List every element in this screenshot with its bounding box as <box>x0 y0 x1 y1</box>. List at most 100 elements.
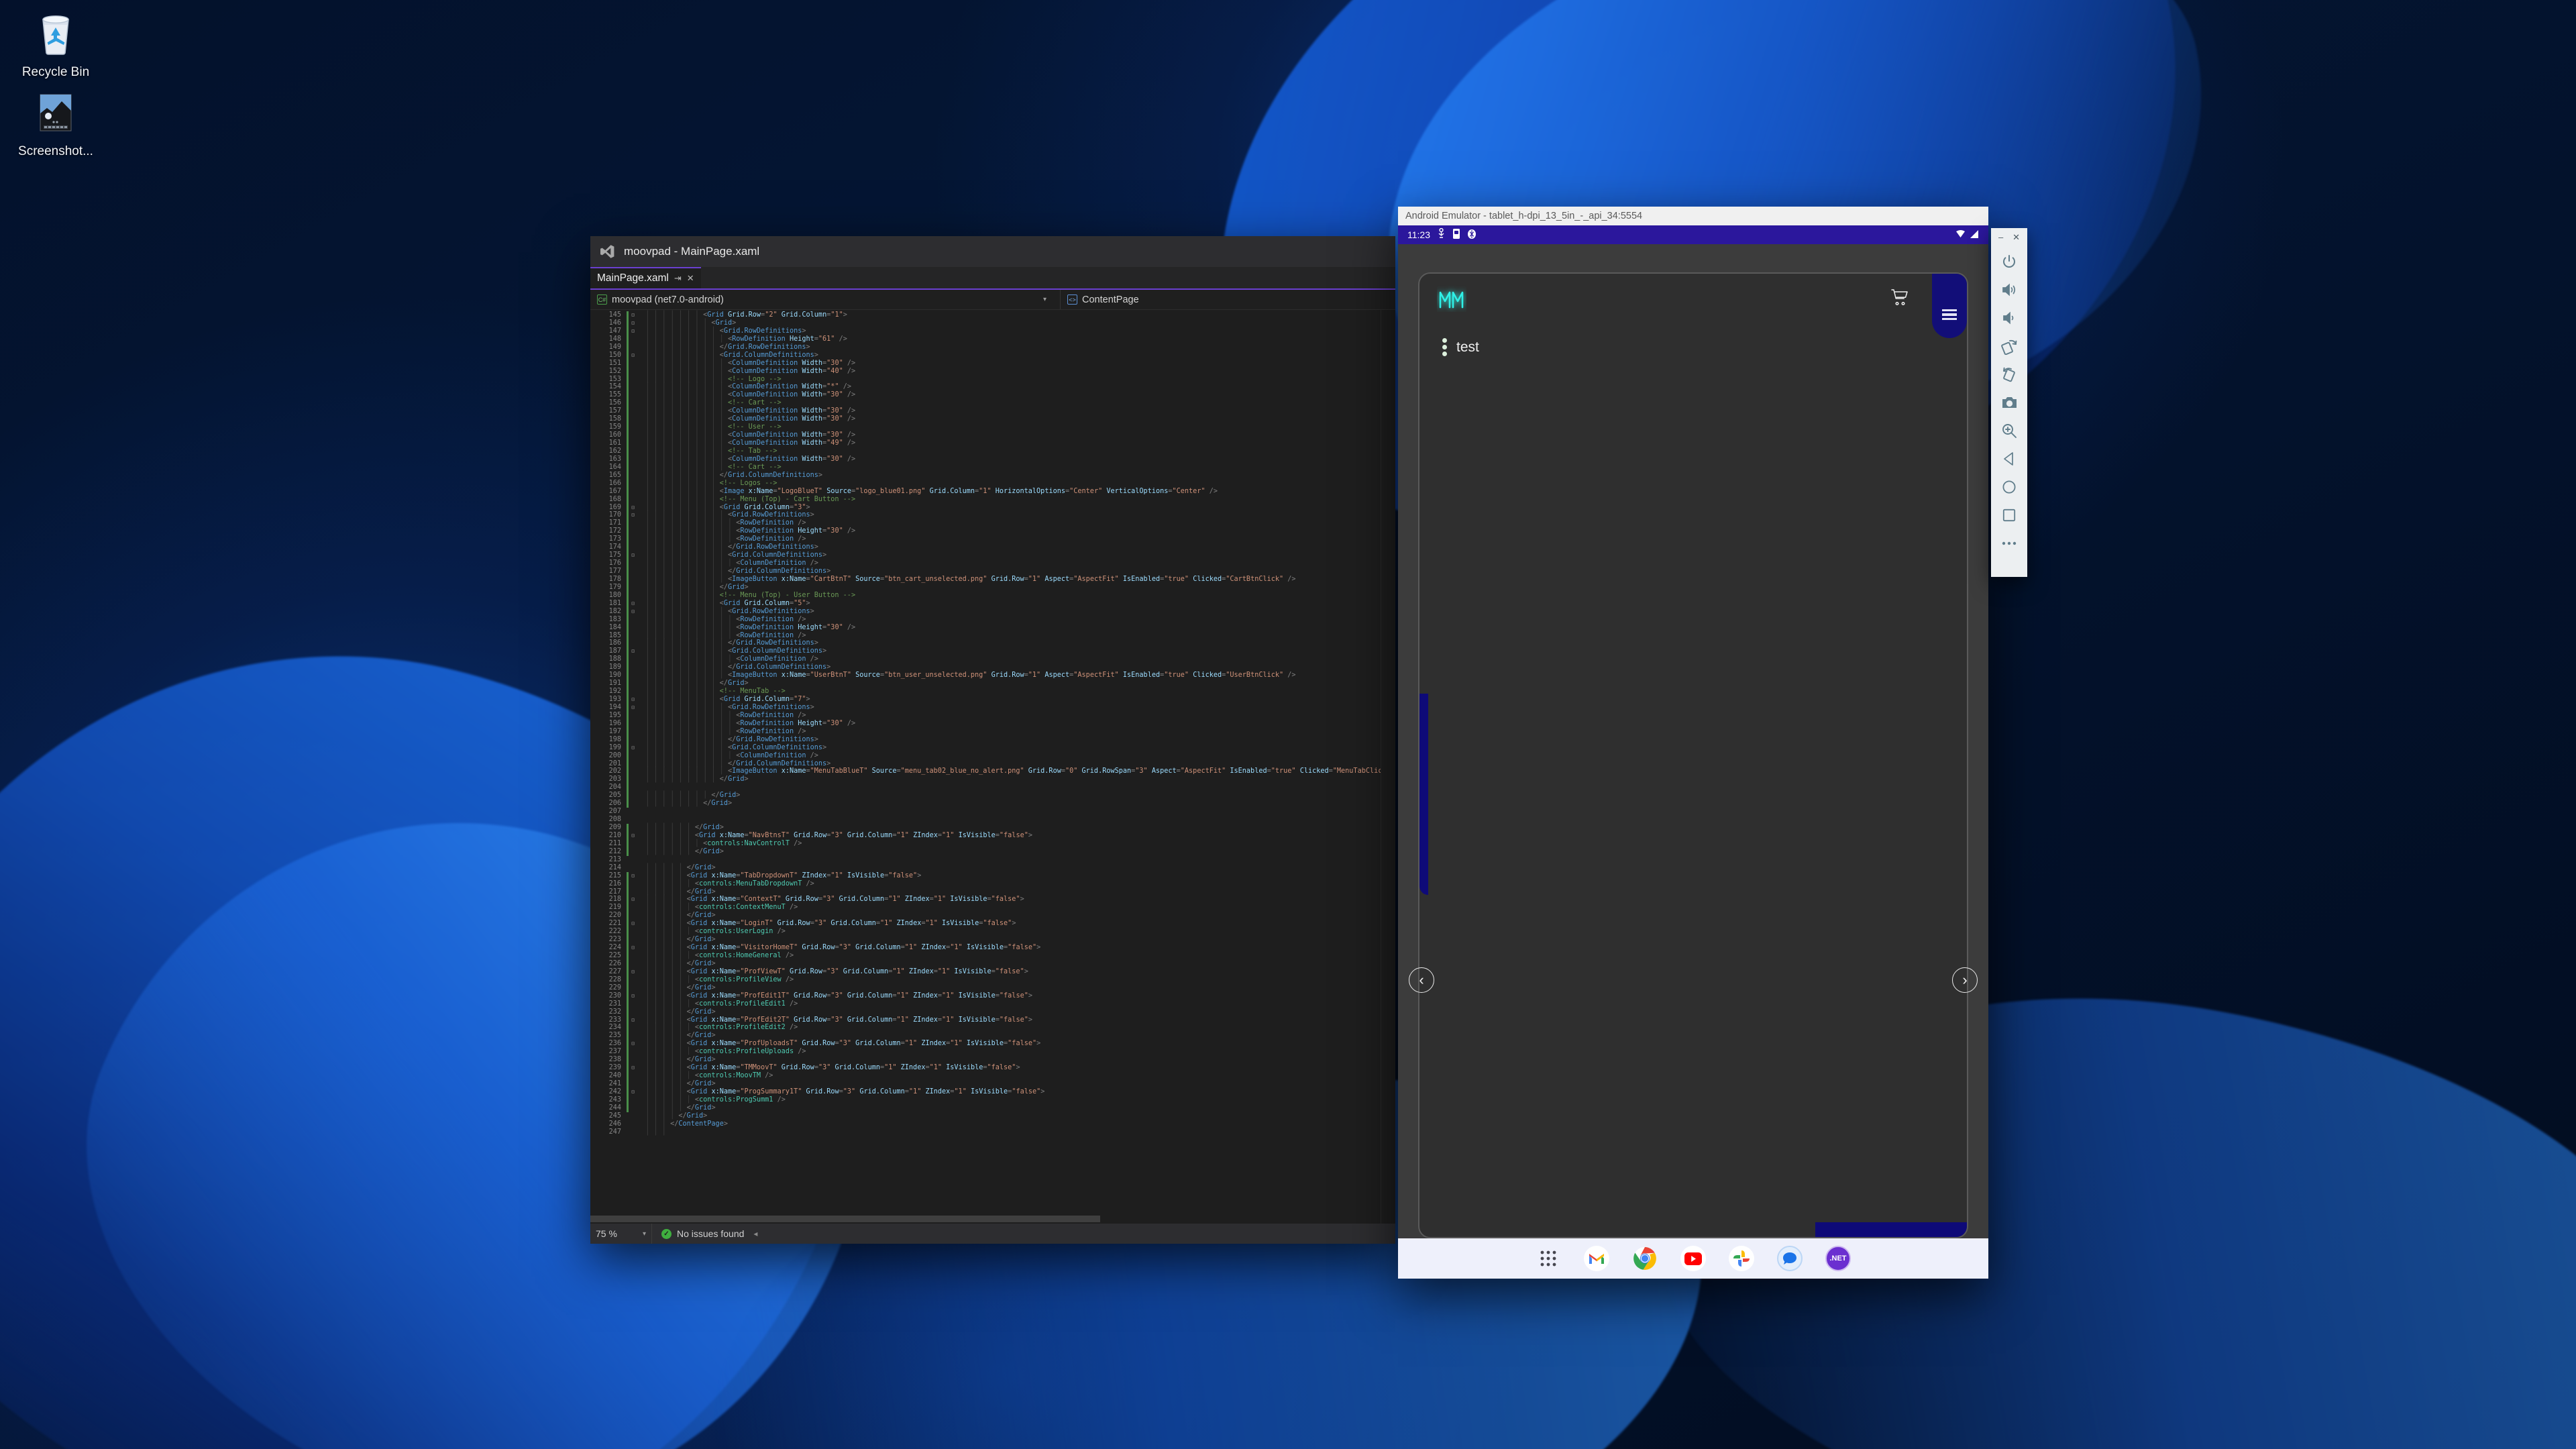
emulator-side-toolbar[interactable]: – ✕ <box>1991 228 2027 577</box>
editor-zoom-control[interactable]: 75 % ▾ <box>590 1224 652 1244</box>
code-line[interactable]: 220 │ │ │ │ │ </Grid> <box>590 912 1395 920</box>
code-line[interactable]: 183 │ │ │ │ │ │ │ │ │ │ │ <RowDefinition… <box>590 615 1395 624</box>
code-line[interactable]: 206 │ │ │ │ │ │ │ </Grid> <box>590 800 1395 808</box>
code-line[interactable]: 237 │ │ │ │ │ │ <controls:ProfileUploads… <box>590 1048 1395 1057</box>
code-line[interactable]: 163 │ │ │ │ │ │ │ │ │ │ <ColumnDefinitio… <box>590 455 1395 464</box>
list-item[interactable]: test <box>1419 323 1967 356</box>
code-line[interactable]: 239 ⊟ │ │ │ │ │ <Grid x:Name="TMMoovT" Gr… <box>590 1064 1395 1073</box>
code-line[interactable]: 149 │ │ │ │ │ │ │ │ │ </Grid.RowDefiniti… <box>590 343 1395 352</box>
code-line[interactable]: 221 ⊟ │ │ │ │ │ <Grid x:Name="LoginT" Gri… <box>590 920 1395 928</box>
code-line[interactable]: 228 │ │ │ │ │ │ <controls:ProfileView /> <box>590 975 1395 984</box>
outline-toggle-icon[interactable]: ⊟ <box>629 992 637 1000</box>
outline-toggle-icon[interactable]: ⊟ <box>629 832 637 840</box>
chevron-down-icon[interactable]: ▾ <box>643 1230 646 1238</box>
code-line[interactable]: 145 ⊟ │ │ │ │ │ │ │ <Grid Grid.Row="2" Gr… <box>590 311 1395 319</box>
code-line[interactable]: 243 │ │ │ │ │ │ <controls:ProgSumm1 /> <box>590 1095 1395 1104</box>
code-line[interactable]: 231 │ │ │ │ │ │ <controls:ProfileEdit1 /… <box>590 1000 1395 1008</box>
nav-prev-button[interactable]: ‹ <box>1409 967 1434 993</box>
volume-down-button[interactable] <box>1996 305 2023 331</box>
code-line[interactable]: 175 ⊟ │ │ │ │ │ │ │ │ │ │ <Grid.ColumnDef… <box>590 551 1395 560</box>
moovpad-app-surface[interactable]: test <box>1418 272 1968 1238</box>
code-line[interactable]: 167 │ │ │ │ │ │ │ │ │ <Image x:Name="Log… <box>590 487 1395 496</box>
code-line[interactable]: 233 ⊟ │ │ │ │ │ <Grid x:Name="ProfEdit2T"… <box>590 1016 1395 1024</box>
code-line[interactable]: 170 ⊟ │ │ │ │ │ │ │ │ │ │ <Grid.RowDefini… <box>590 511 1395 520</box>
editor-vertical-scrollbar[interactable] <box>1381 310 1395 1224</box>
code-line[interactable]: 234 │ │ │ │ │ │ <controls:ProfileEdit2 /… <box>590 1024 1395 1032</box>
scrollbar-thumb[interactable] <box>590 1216 1100 1222</box>
code-line[interactable]: 229 │ │ │ │ │ </Grid> <box>590 983 1395 992</box>
outline-toggle-icon[interactable]: ⊟ <box>629 944 637 952</box>
outline-toggle-icon[interactable]: ⊟ <box>629 551 637 559</box>
code-editor[interactable]: 145 ⊟ │ │ │ │ │ │ │ <Grid Grid.Row="2" Gr… <box>590 310 1395 1224</box>
volume-up-button[interactable] <box>1996 276 2023 303</box>
code-line[interactable]: 214 │ │ │ │ │ </Grid> <box>590 864 1395 872</box>
dotnet-app-icon[interactable]: .NET <box>1825 1246 1851 1271</box>
code-line[interactable]: 146 ⊟ │ │ │ │ │ │ │ │ <Grid> <box>590 319 1395 327</box>
issues-nav-icon[interactable]: ◂ <box>753 1229 757 1238</box>
code-line[interactable]: 236 ⊟ │ │ │ │ │ <Grid x:Name="ProfUploads… <box>590 1040 1395 1049</box>
code-line[interactable]: 195 │ │ │ │ │ │ │ │ │ │ │ <RowDefinition… <box>590 711 1395 720</box>
outline-toggle-icon[interactable]: ⊟ <box>629 968 637 976</box>
code-line[interactable]: 151 │ │ │ │ │ │ │ │ │ │ <ColumnDefinitio… <box>590 359 1395 368</box>
code-line[interactable]: 196 │ │ │ │ │ │ │ │ │ │ │ <RowDefinition… <box>590 719 1395 728</box>
rotate-left-button[interactable] <box>1996 333 2023 360</box>
outline-toggle-icon[interactable]: ⊟ <box>629 696 637 704</box>
vs-title-bar[interactable]: moovpad - MainPage.xaml <box>590 236 1395 267</box>
code-line[interactable]: 172 │ │ │ │ │ │ │ │ │ │ │ <RowDefinition… <box>590 527 1395 536</box>
code-line[interactable]: 197 │ │ │ │ │ │ │ │ │ │ │ <RowDefinition… <box>590 727 1395 736</box>
code-line[interactable]: 165 │ │ │ │ │ │ │ │ │ </Grid.ColumnDefin… <box>590 471 1395 480</box>
code-line[interactable]: 219 │ │ │ │ │ │ <controls:ContextMenuT /… <box>590 904 1395 912</box>
code-line[interactable]: 194 ⊟ │ │ │ │ │ │ │ │ │ │ <Grid.RowDefini… <box>590 703 1395 712</box>
code-line[interactable]: 235 │ │ │ │ │ </Grid> <box>590 1032 1395 1040</box>
code-line[interactable]: 152 │ │ │ │ │ │ │ │ │ │ <ColumnDefinitio… <box>590 367 1395 376</box>
code-line[interactable]: 225 │ │ │ │ │ │ <controls:HomeGeneral /> <box>590 952 1395 960</box>
code-line[interactable]: 244 │ │ │ │ │ </Grid> <box>590 1104 1395 1112</box>
code-line[interactable]: 204 <box>590 784 1395 792</box>
visual-studio-window[interactable]: moovpad - MainPage.xaml MainPage.xaml ⇥ … <box>590 236 1395 1244</box>
messages-icon[interactable] <box>1777 1246 1803 1271</box>
code-line[interactable]: 157 │ │ │ │ │ │ │ │ │ │ <ColumnDefinitio… <box>590 407 1395 416</box>
code-line[interactable]: 154 │ │ │ │ │ │ │ │ │ │ <ColumnDefinitio… <box>590 383 1395 392</box>
chevron-down-icon[interactable]: ▾ <box>1043 296 1053 303</box>
outline-toggle-icon[interactable]: ⊟ <box>629 511 637 519</box>
outline-toggle-icon[interactable]: ⊟ <box>629 311 637 319</box>
app-drawer-icon[interactable] <box>1536 1246 1561 1271</box>
code-line[interactable]: 242 ⊟ │ │ │ │ │ <Grid x:Name="ProgSummary… <box>590 1087 1395 1096</box>
youtube-icon[interactable] <box>1680 1246 1706 1271</box>
code-line[interactable]: 209 │ │ │ │ │ │ </Grid> <box>590 824 1395 832</box>
outline-toggle-icon[interactable]: ⊟ <box>629 1040 637 1048</box>
outline-toggle-icon[interactable]: ⊟ <box>629 1088 637 1096</box>
code-line[interactable]: 162 │ │ │ │ │ │ │ │ │ │ <!-- Tab --> <box>590 447 1395 455</box>
desktop-icon-screenshot[interactable]: Screenshot... <box>5 86 106 160</box>
nav-next-button[interactable]: › <box>1952 967 1978 993</box>
power-button[interactable] <box>1996 248 2023 275</box>
code-line[interactable]: 155 │ │ │ │ │ │ │ │ │ │ <ColumnDefinitio… <box>590 391 1395 400</box>
overview-button[interactable] <box>1996 502 2023 529</box>
code-line[interactable]: 182 ⊟ │ │ │ │ │ │ │ │ │ │ <Grid.RowDefini… <box>590 607 1395 616</box>
code-line[interactable]: 168 │ │ │ │ │ │ │ │ │ <!-- Menu (Top) - … <box>590 495 1395 504</box>
gmail-icon[interactable] <box>1584 1246 1609 1271</box>
chrome-icon[interactable] <box>1632 1246 1658 1271</box>
code-line[interactable]: 166 │ │ │ │ │ │ │ │ │ <!-- Logos --> <box>590 479 1395 488</box>
app-content-area[interactable]: test <box>1419 323 1967 1237</box>
emulator-window-buttons[interactable]: – ✕ <box>1991 231 2027 247</box>
android-emulator-window[interactable]: Android Emulator - tablet_h-dpi_13_5in_-… <box>1398 207 1988 1279</box>
close-icon[interactable]: ✕ <box>687 273 694 284</box>
code-line[interactable]: 185 │ │ │ │ │ │ │ │ │ │ │ <RowDefinition… <box>590 631 1395 640</box>
outline-toggle-icon[interactable]: ⊟ <box>629 600 637 608</box>
outline-toggle-icon[interactable]: ⊟ <box>629 327 637 335</box>
code-line[interactable]: 203 │ │ │ │ │ │ │ │ │ </Grid> <box>590 775 1395 784</box>
code-line[interactable]: 227 ⊟ │ │ │ │ │ <Grid x:Name="ProfViewT" … <box>590 967 1395 976</box>
code-line[interactable]: 161 │ │ │ │ │ │ │ │ │ │ <ColumnDefinitio… <box>590 439 1395 447</box>
issues-indicator[interactable]: ✓ No issues found <box>652 1228 753 1239</box>
code-line[interactable]: 189 │ │ │ │ │ │ │ │ │ │ </Grid.ColumnDef… <box>590 663 1395 672</box>
code-line[interactable]: 230 ⊟ │ │ │ │ │ <Grid x:Name="ProfEdit1T"… <box>590 991 1395 1000</box>
code-line[interactable]: 193 ⊟ │ │ │ │ │ │ │ │ │ <Grid Grid.Column… <box>590 696 1395 704</box>
vs-tab-mainpage-xaml[interactable]: MainPage.xaml ⇥ ✕ <box>590 267 701 288</box>
outline-toggle-icon[interactable]: ⊟ <box>629 896 637 904</box>
breadcrumb-member[interactable]: <> ContentPage <box>1061 294 1146 305</box>
code-line[interactable]: 188 │ │ │ │ │ │ │ │ │ │ │ <ColumnDefinit… <box>590 655 1395 664</box>
code-line[interactable]: 173 │ │ │ │ │ │ │ │ │ │ │ <RowDefinition… <box>590 535 1395 544</box>
code-line[interactable]: 190 │ │ │ │ │ │ │ │ │ │ <ImageButton x:N… <box>590 672 1395 680</box>
code-line[interactable]: 240 │ │ │ │ │ │ <controls:MoovTM /> <box>590 1072 1395 1080</box>
